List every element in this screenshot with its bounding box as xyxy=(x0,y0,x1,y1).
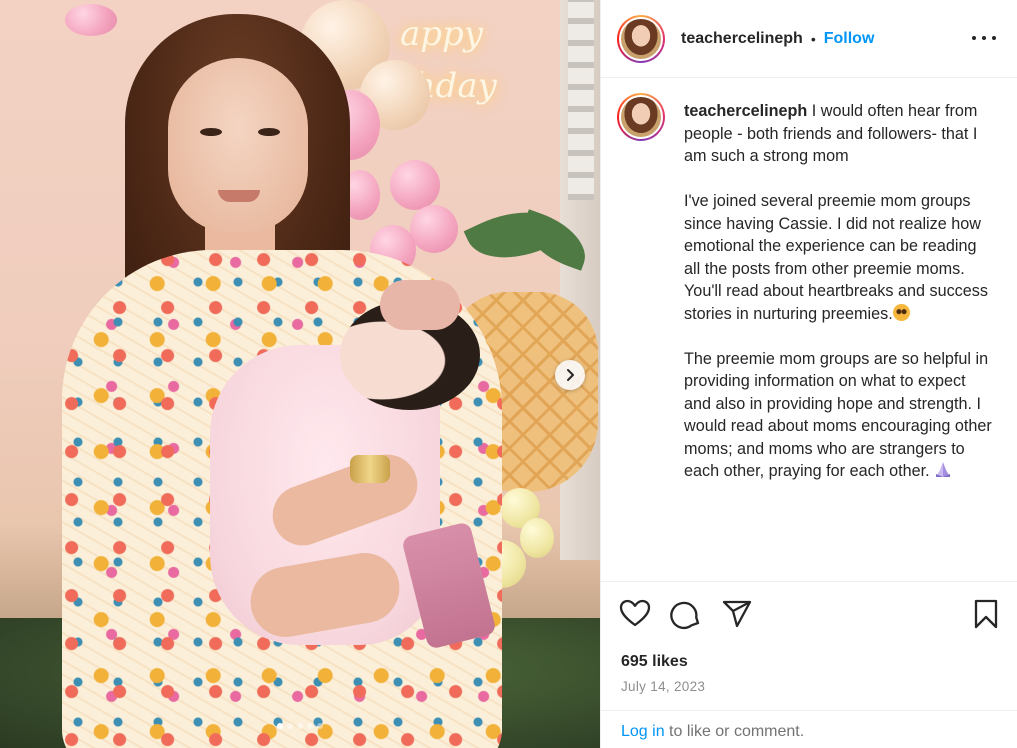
photo-window xyxy=(568,0,594,200)
author-avatar[interactable] xyxy=(617,14,665,63)
carousel-dot xyxy=(277,723,283,729)
post-date[interactable]: July 14, 2023 xyxy=(621,679,705,694)
woman-eye xyxy=(200,128,222,136)
bookmark-icon[interactable] xyxy=(970,598,1002,630)
carousel-dot xyxy=(287,723,293,729)
carousel-next-button[interactable] xyxy=(555,360,585,390)
wristwatch xyxy=(350,455,390,483)
woman-face xyxy=(168,58,308,233)
author-username[interactable]: teachercelineph xyxy=(681,30,803,48)
header-separator: • xyxy=(810,30,816,47)
balloon xyxy=(520,518,554,558)
carousel-dot xyxy=(307,723,313,729)
post-caption: teachercelineph I would often hear from … xyxy=(684,100,994,505)
woman-eye xyxy=(258,128,280,136)
carousel-dot xyxy=(317,723,323,729)
post-photo[interactable]: appy thday xyxy=(0,0,600,748)
comment-icon[interactable] xyxy=(670,598,702,630)
post-sidebar: teachercelineph • Follow teachercelineph… xyxy=(600,0,1017,748)
login-prompt-text: to like or comment. xyxy=(664,723,805,740)
balloon xyxy=(65,4,117,36)
login-link[interactable]: Log in xyxy=(621,723,665,740)
follow-button[interactable]: Follow xyxy=(824,30,875,48)
caption-author-avatar[interactable] xyxy=(617,93,665,141)
caption-paragraph-3: The preemie mom groups are so helpful in… xyxy=(684,349,992,481)
likes-count[interactable]: 695 likes xyxy=(621,653,688,671)
balloon xyxy=(390,160,440,210)
carousel-dot xyxy=(297,723,303,729)
baby-headband-bow xyxy=(380,280,460,330)
post-actions: 695 likes July 14, 2023 Log in to like o… xyxy=(601,581,1017,748)
caption-area[interactable]: teachercelineph I would often hear from … xyxy=(601,79,1017,581)
carousel-indicator xyxy=(0,723,600,729)
login-prompt: Log in to like or comment. xyxy=(601,710,1017,748)
caption-paragraph-1: teachercelineph I would often hear from … xyxy=(684,102,978,165)
pleading-face-emoji xyxy=(892,303,910,321)
woman-smile xyxy=(218,190,260,202)
more-options-icon[interactable] xyxy=(972,28,996,48)
chevron-right-icon xyxy=(567,369,574,381)
caption-username[interactable]: teachercelineph xyxy=(684,102,807,120)
folded-hands-emoji xyxy=(936,462,951,477)
heart-icon[interactable] xyxy=(619,598,651,630)
caption-paragraph-2: I've joined several preemie mom groups s… xyxy=(684,192,988,323)
post-header: teachercelineph • Follow xyxy=(601,0,1017,78)
balloon xyxy=(410,205,458,253)
share-icon[interactable] xyxy=(721,598,753,630)
